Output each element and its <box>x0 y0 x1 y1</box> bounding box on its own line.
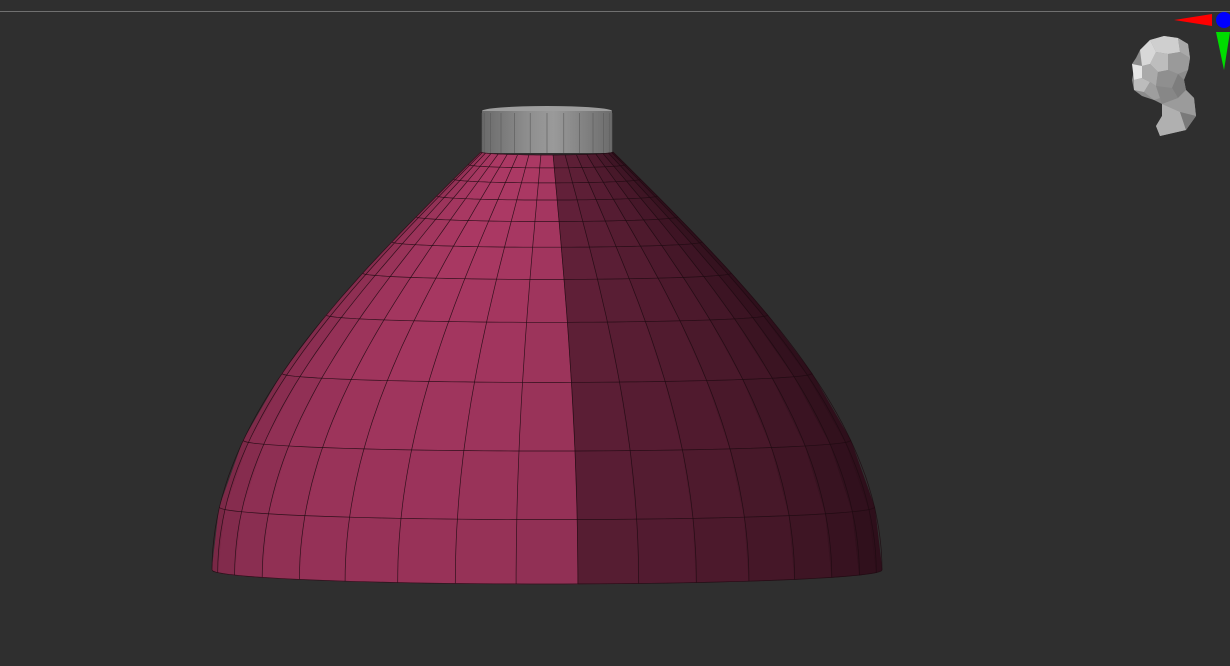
mesh-face <box>576 518 640 585</box>
mesh-face <box>532 221 562 248</box>
mesh-face <box>397 518 458 584</box>
mesh-face <box>515 519 579 585</box>
y-axis-arrow-icon[interactable] <box>1216 32 1230 70</box>
mesh-face <box>538 167 556 184</box>
head-orientation-icon[interactable] <box>1132 36 1196 136</box>
z-axis-dot-icon[interactable] <box>1216 12 1230 28</box>
mesh-face <box>692 516 750 583</box>
mesh-face <box>744 515 795 582</box>
mesh-face <box>344 516 402 583</box>
mesh-face <box>400 449 465 520</box>
mesh-face <box>574 450 637 520</box>
mesh-polygons <box>211 151 883 585</box>
mesh-face <box>457 450 520 520</box>
mesh-face <box>518 381 576 452</box>
mesh-face <box>299 515 350 582</box>
mesh-face <box>261 513 306 580</box>
mesh-neck-ring <box>481 106 613 153</box>
x-axis-arrow-icon[interactable] <box>1174 14 1212 26</box>
navigation-gizmo[interactable] <box>1120 8 1230 143</box>
3d-viewport[interactable] <box>0 0 1230 666</box>
mesh-face <box>534 199 560 222</box>
mesh-face <box>629 449 694 520</box>
mesh-face <box>636 518 697 584</box>
mesh-face <box>454 518 518 585</box>
mesh-face <box>788 513 833 580</box>
mesh-face <box>536 182 558 201</box>
dome-mesh[interactable] <box>0 0 1230 666</box>
mesh-face <box>516 450 578 520</box>
mesh-face <box>522 321 572 383</box>
mesh-face <box>539 154 555 169</box>
mesh-face <box>529 246 565 280</box>
mesh-face <box>526 279 568 323</box>
